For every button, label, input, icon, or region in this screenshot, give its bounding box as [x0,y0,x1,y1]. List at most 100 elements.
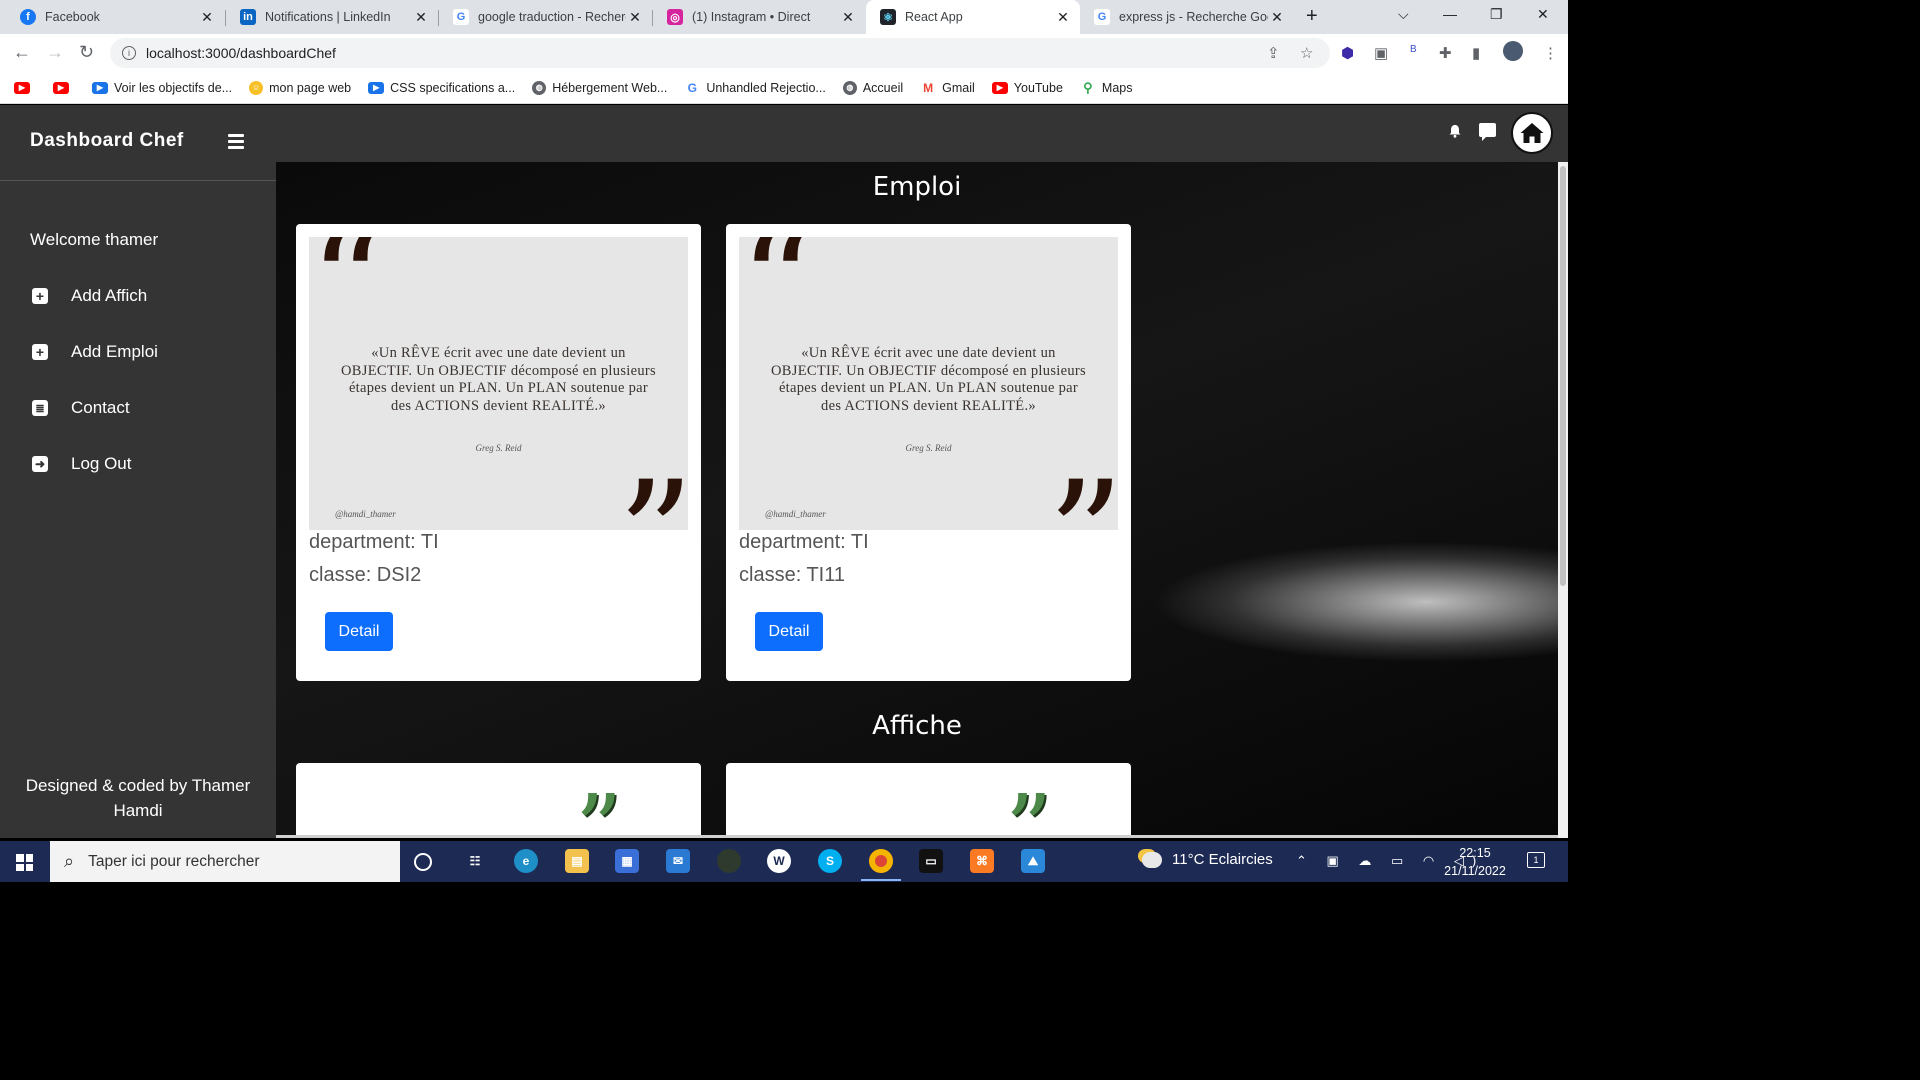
site-info-icon[interactable]: i [122,46,136,60]
store-icon[interactable]: ▦ [615,849,639,873]
bookmark-maps[interactable]: ⚲ Maps [1079,80,1133,95]
card-classe: classe: DSI2 [309,564,422,586]
sidebar-item-contact[interactable]: ≣ Contact [32,398,130,418]
bookmark-youtube[interactable]: ▶ YouTube [991,81,1063,95]
card-classe: classe: TI11 [739,564,845,586]
quote-open-mark: “ [739,237,816,371]
bell-icon[interactable] [1448,124,1462,138]
contact-card-icon: ≣ [32,400,48,416]
bookmark-youtube-2[interactable]: ▶ [53,81,75,94]
sidebar-item-log-out[interactable]: ➜ Log Out [32,454,132,474]
horizontal-scrollbar[interactable] [276,835,1558,838]
close-tab-icon[interactable]: ✕ [412,9,430,26]
extension-b-icon[interactable]: B [1410,44,1417,55]
card-department: department: TI [739,531,869,553]
tab-facebook[interactable]: f Facebook ✕ [6,0,224,34]
reload-icon[interactable]: ↻ [79,42,94,63]
extensions-puzzle-icon[interactable]: ✚ [1439,44,1452,62]
minimize-button[interactable]: — [1443,6,1457,22]
sidebar-item-label: Log Out [71,454,132,473]
photos-icon[interactable]: ⛰ [1021,849,1045,873]
taskbar-search[interactable]: ⌕ Taper ici pour rechercher [50,841,400,882]
bookmark-mon-page-web[interactable]: ☺ mon page web [249,80,351,95]
maps-pin-icon: ⚲ [1079,80,1096,95]
windows-start-icon[interactable] [16,854,33,871]
quote-open-mark: “ [309,237,386,371]
tab-title: express js - Recherche Goo [1119,10,1268,24]
home-icon [1520,123,1544,143]
bitwarden-icon[interactable]: ▣ [1374,44,1388,62]
detail-button[interactable]: Detail [325,612,393,651]
plus-square-icon: + [32,344,48,360]
bookmark-icon: ☺ [249,80,264,95]
chrome-menu-icon[interactable]: ⋮ [1543,44,1558,62]
clock[interactable]: 22:15 21/11/2022 [1440,844,1510,880]
chrome-icon[interactable] [861,849,901,881]
weather-text: 11°C Eclaircies [1172,851,1273,868]
side-panel-icon[interactable]: ▮ [1472,44,1480,62]
bookmark-css-specs[interactable]: ▶ CSS specifications a... [368,81,515,95]
close-window-button[interactable]: ✕ [1537,6,1549,23]
chat-icon[interactable] [1479,123,1496,141]
back-arrow-icon[interactable]: ← [13,42,31,63]
affiche-section-title: Affiche [872,711,962,741]
address-bar[interactable]: i localhost:3000/dashboardChef [110,38,1330,68]
close-tab-icon[interactable]: ✕ [1054,9,1072,26]
tab-react-app[interactable]: ⚛ React App ✕ [866,0,1080,34]
hamburger-menu-icon[interactable] [228,134,244,152]
bookmark-hebergement[interactable]: ◍ Hébergement Web... [532,80,667,95]
green-quote-mark-icon: ” [1005,775,1053,839]
bookmark-unhandled[interactable]: G Unhandled Rejectio... [684,81,826,95]
vertical-scrollbar[interactable] [1558,162,1568,838]
close-tab-icon[interactable]: ✕ [839,9,857,26]
home-button[interactable] [1511,112,1553,154]
maximize-button[interactable]: ❐ [1490,6,1503,23]
share-icon[interactable]: ⇪ [1267,44,1280,62]
tab-google-traduction[interactable]: G google traduction - Recherc ✕ [439,0,652,34]
file-explorer-icon[interactable]: ▤ [565,849,589,873]
tab-instagram[interactable]: ◎ (1) Instagram • Direct ✕ [653,0,865,34]
tab-linkedin[interactable]: in Notifications | LinkedIn ✕ [226,0,438,34]
search-icon: ⌕ [64,851,75,871]
app-dark-icon[interactable] [717,849,741,873]
close-tab-icon[interactable]: ✕ [198,9,216,26]
profile-avatar[interactable] [1503,41,1523,61]
bookmark-gmail[interactable]: M Gmail [920,81,975,95]
bookmark-accueil[interactable]: ◍ Accueil [842,80,903,95]
bookmark-label: Unhandled Rejectio... [706,80,826,95]
tab-express-js[interactable]: G express js - Recherche Goo ✕ [1080,0,1294,34]
facebook-icon: f [20,9,36,25]
bookmark-objectifs[interactable]: ▶ Voir les objectifs de... [92,81,232,95]
task-view-icon[interactable]: ☷ [463,849,487,873]
close-tab-icon[interactable]: ✕ [626,9,644,26]
windows-taskbar: ⌕ Taper ici pour rechercher ☷ e ▤ ▦ ✉ W … [0,841,1568,882]
linkedin-icon: in [240,9,256,25]
affiche-card: ” [296,763,701,838]
google-icon: G [453,9,469,25]
weather-widget[interactable]: 11°C Eclaircies [1142,851,1273,868]
bookmark-star-icon[interactable]: ☆ [1300,44,1313,62]
top-navbar [276,105,1568,162]
brand-title[interactable]: Dashboard Chef [30,130,184,152]
tab-title: Notifications | LinkedIn [265,10,391,24]
browser-tab-strip: f Facebook ✕ in Notifications | LinkedIn… [0,0,1568,34]
sidebar-item-add-emploi[interactable]: + Add Emploi [32,342,158,362]
sidebar-item-add-affich[interactable]: + Add Affich [32,286,147,306]
detail-button[interactable]: Detail [755,612,823,651]
app-w-icon[interactable]: W [767,849,791,873]
mail-icon[interactable]: ✉ [666,849,690,873]
main-content: Emploi “ «Un RÊVE écrit avec une date de… [276,162,1558,838]
xampp-icon[interactable]: ⌘ [970,849,994,873]
skype-icon[interactable]: S [818,849,842,873]
terminal-icon[interactable]: ▭ [919,849,943,873]
close-tab-icon[interactable]: ✕ [1268,9,1286,26]
bookmark-youtube-1[interactable]: ▶ [14,81,36,94]
youtube-icon: ▶ [991,81,1008,94]
tab-search-chevron-icon[interactable]: ⌵ [1398,6,1409,23]
new-tab-button[interactable]: + [1306,5,1318,28]
cortana-icon[interactable] [414,853,432,871]
forward-arrow-icon[interactable]: → [46,42,64,63]
edge-icon[interactable]: e [514,849,538,873]
extension-badge-icon[interactable]: ⬢ [1341,44,1354,62]
notification-center-icon[interactable]: 1 [1527,852,1545,868]
